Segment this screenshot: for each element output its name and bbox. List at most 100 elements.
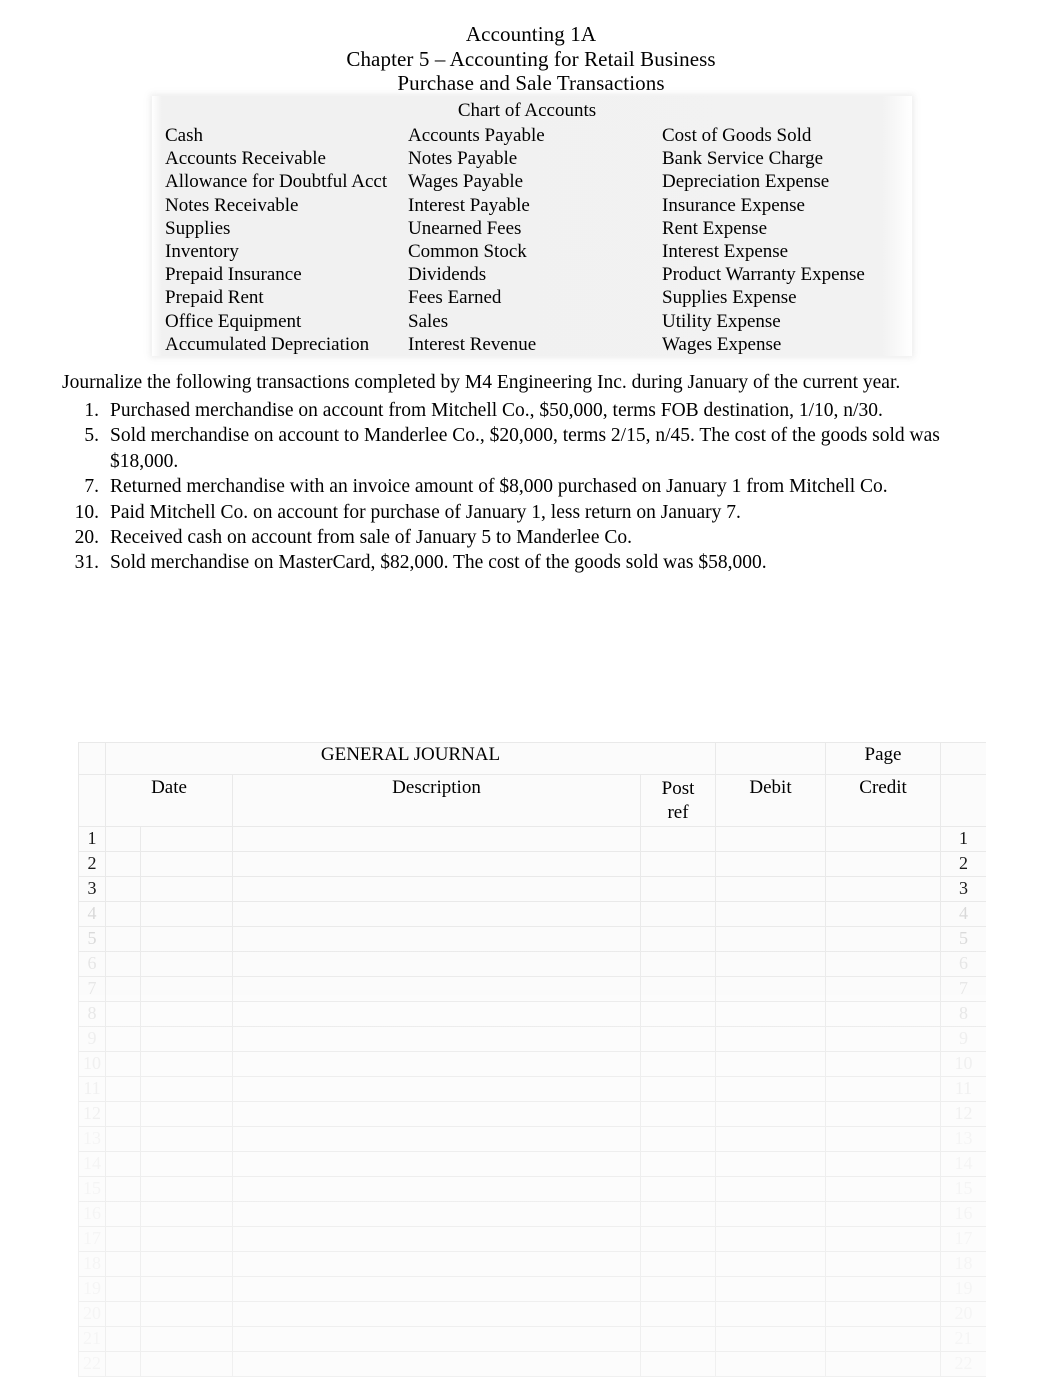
cell-post-ref[interactable] <box>639 1126 717 1152</box>
cell-description[interactable] <box>232 1201 641 1227</box>
cell-credit[interactable] <box>825 1101 942 1127</box>
cell-debit[interactable] <box>715 1151 827 1177</box>
cell-date-month[interactable] <box>105 1301 141 1327</box>
page-number[interactable] <box>940 742 986 775</box>
cell-date-month[interactable] <box>105 1251 141 1277</box>
cell-debit[interactable] <box>715 876 827 902</box>
cell-debit[interactable] <box>715 1001 827 1027</box>
cell-description[interactable] <box>232 1101 641 1127</box>
cell-date-month[interactable] <box>105 901 141 927</box>
cell-date-day[interactable] <box>140 901 233 927</box>
cell-debit[interactable] <box>715 1026 827 1052</box>
cell-date-month[interactable] <box>105 951 141 977</box>
cell-debit[interactable] <box>715 826 827 852</box>
cell-debit[interactable] <box>715 1076 827 1102</box>
cell-credit[interactable] <box>825 976 942 1002</box>
cell-debit[interactable] <box>715 901 827 927</box>
cell-post-ref[interactable] <box>639 1326 717 1352</box>
cell-post-ref[interactable] <box>639 1051 717 1077</box>
cell-date-day[interactable] <box>140 1351 233 1377</box>
cell-credit[interactable] <box>825 951 942 977</box>
cell-post-ref[interactable] <box>639 1251 717 1277</box>
cell-description[interactable] <box>232 1276 641 1302</box>
cell-debit[interactable] <box>715 951 827 977</box>
cell-credit[interactable] <box>825 1151 942 1177</box>
cell-description[interactable] <box>232 976 641 1002</box>
cell-date-month[interactable] <box>105 926 141 952</box>
cell-credit[interactable] <box>825 1026 942 1052</box>
cell-description[interactable] <box>232 1126 641 1152</box>
cell-date-day[interactable] <box>140 926 233 952</box>
cell-credit[interactable] <box>825 926 942 952</box>
cell-date-month[interactable] <box>105 1126 141 1152</box>
cell-date-month[interactable] <box>105 1226 141 1252</box>
cell-date-month[interactable] <box>105 1076 141 1102</box>
cell-date-month[interactable] <box>105 1351 141 1377</box>
cell-post-ref[interactable] <box>639 1176 717 1202</box>
cell-date-day[interactable] <box>140 1151 233 1177</box>
cell-description[interactable] <box>232 826 641 852</box>
cell-debit[interactable] <box>715 1301 827 1327</box>
cell-credit[interactable] <box>825 1251 942 1277</box>
cell-post-ref[interactable] <box>639 1276 717 1302</box>
cell-post-ref[interactable] <box>639 1076 717 1102</box>
cell-date-month[interactable] <box>105 1101 141 1127</box>
cell-description[interactable] <box>232 1251 641 1277</box>
cell-post-ref[interactable] <box>639 976 717 1002</box>
cell-date-day[interactable] <box>140 1051 233 1077</box>
cell-debit[interactable] <box>715 1351 827 1377</box>
cell-description[interactable] <box>232 901 641 927</box>
cell-description[interactable] <box>232 1351 641 1377</box>
cell-description[interactable] <box>232 851 641 877</box>
cell-date-month[interactable] <box>105 1326 141 1352</box>
cell-description[interactable] <box>232 1026 641 1052</box>
cell-credit[interactable] <box>825 1226 942 1252</box>
cell-date-month[interactable] <box>105 1176 141 1202</box>
cell-post-ref[interactable] <box>639 926 717 952</box>
cell-description[interactable] <box>232 1076 641 1102</box>
cell-description[interactable] <box>232 1051 641 1077</box>
cell-date-month[interactable] <box>105 976 141 1002</box>
cell-credit[interactable] <box>825 826 942 852</box>
cell-post-ref[interactable] <box>639 1226 717 1252</box>
cell-post-ref[interactable] <box>639 1101 717 1127</box>
cell-post-ref[interactable] <box>639 876 717 902</box>
cell-debit[interactable] <box>715 1051 827 1077</box>
cell-post-ref[interactable] <box>639 901 717 927</box>
cell-credit[interactable] <box>825 1276 942 1302</box>
cell-credit[interactable] <box>825 901 942 927</box>
cell-credit[interactable] <box>825 851 942 877</box>
cell-date-month[interactable] <box>105 826 141 852</box>
cell-credit[interactable] <box>825 1351 942 1377</box>
cell-credit[interactable] <box>825 1051 942 1077</box>
cell-date-month[interactable] <box>105 1151 141 1177</box>
cell-date-day[interactable] <box>140 1201 233 1227</box>
cell-debit[interactable] <box>715 851 827 877</box>
cell-date-day[interactable] <box>140 876 233 902</box>
cell-date-day[interactable] <box>140 1076 233 1102</box>
cell-debit[interactable] <box>715 1101 827 1127</box>
cell-debit[interactable] <box>715 1126 827 1152</box>
cell-post-ref[interactable] <box>639 1201 717 1227</box>
cell-post-ref[interactable] <box>639 1151 717 1177</box>
cell-description[interactable] <box>232 1226 641 1252</box>
cell-date-day[interactable] <box>140 1176 233 1202</box>
cell-post-ref[interactable] <box>639 1301 717 1327</box>
cell-debit[interactable] <box>715 926 827 952</box>
cell-description[interactable] <box>232 876 641 902</box>
cell-post-ref[interactable] <box>639 1351 717 1377</box>
cell-description[interactable] <box>232 1001 641 1027</box>
cell-description[interactable] <box>232 1326 641 1352</box>
cell-date-month[interactable] <box>105 1276 141 1302</box>
cell-date-month[interactable] <box>105 1201 141 1227</box>
cell-date-day[interactable] <box>140 851 233 877</box>
cell-debit[interactable] <box>715 1251 827 1277</box>
cell-post-ref[interactable] <box>639 1026 717 1052</box>
cell-debit[interactable] <box>715 1226 827 1252</box>
cell-debit[interactable] <box>715 1276 827 1302</box>
cell-date-month[interactable] <box>105 1001 141 1027</box>
cell-date-day[interactable] <box>140 976 233 1002</box>
cell-date-day[interactable] <box>140 1226 233 1252</box>
cell-date-day[interactable] <box>140 1026 233 1052</box>
cell-credit[interactable] <box>825 1001 942 1027</box>
